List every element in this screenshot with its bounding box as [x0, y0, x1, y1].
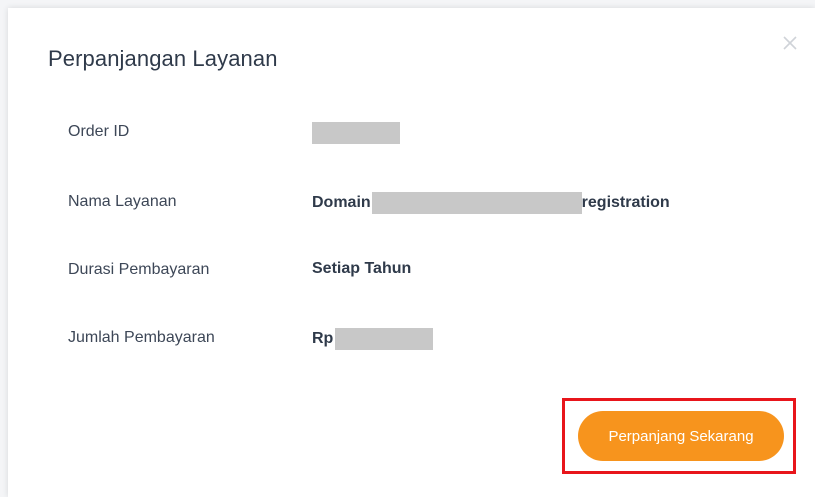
- order-id-row: Order ID: [8, 120, 815, 146]
- renew-now-button[interactable]: Perpanjang Sekarang: [578, 411, 784, 461]
- payment-duration-value: Setiap Tahun: [312, 260, 412, 277]
- payment-duration-row: Durasi Pembayaran Setiap Tahun: [8, 258, 815, 284]
- currency-prefix: Rp: [312, 330, 334, 347]
- order-id-label: Order ID: [68, 123, 130, 140]
- payment-amount-row: Jumlah Pembayaran Rp: [8, 326, 815, 352]
- service-name-label: Nama Layanan: [68, 193, 177, 210]
- redacted-amount: [335, 328, 434, 350]
- service-name-value: Domain registration: [312, 192, 670, 214]
- payment-amount-label: Jumlah Pembayaran: [68, 329, 215, 346]
- payment-amount-value: Rp: [312, 328, 434, 350]
- redacted-domain: [371, 192, 582, 214]
- service-name-prefix: Domain: [312, 194, 371, 211]
- dialog-title: Perpanjangan Layanan: [48, 46, 278, 71]
- redacted-order-id: [312, 122, 400, 144]
- renewal-dialog: Perpanjangan Layanan Order ID Nama Layan…: [8, 8, 815, 497]
- order-id-value: [312, 122, 400, 144]
- service-name-row: Nama Layanan Domain registration: [8, 190, 815, 216]
- close-button[interactable]: [779, 32, 801, 54]
- close-icon: [783, 36, 797, 50]
- service-name-suffix: registration: [581, 194, 670, 211]
- payment-duration-label: Durasi Pembayaran: [68, 261, 210, 278]
